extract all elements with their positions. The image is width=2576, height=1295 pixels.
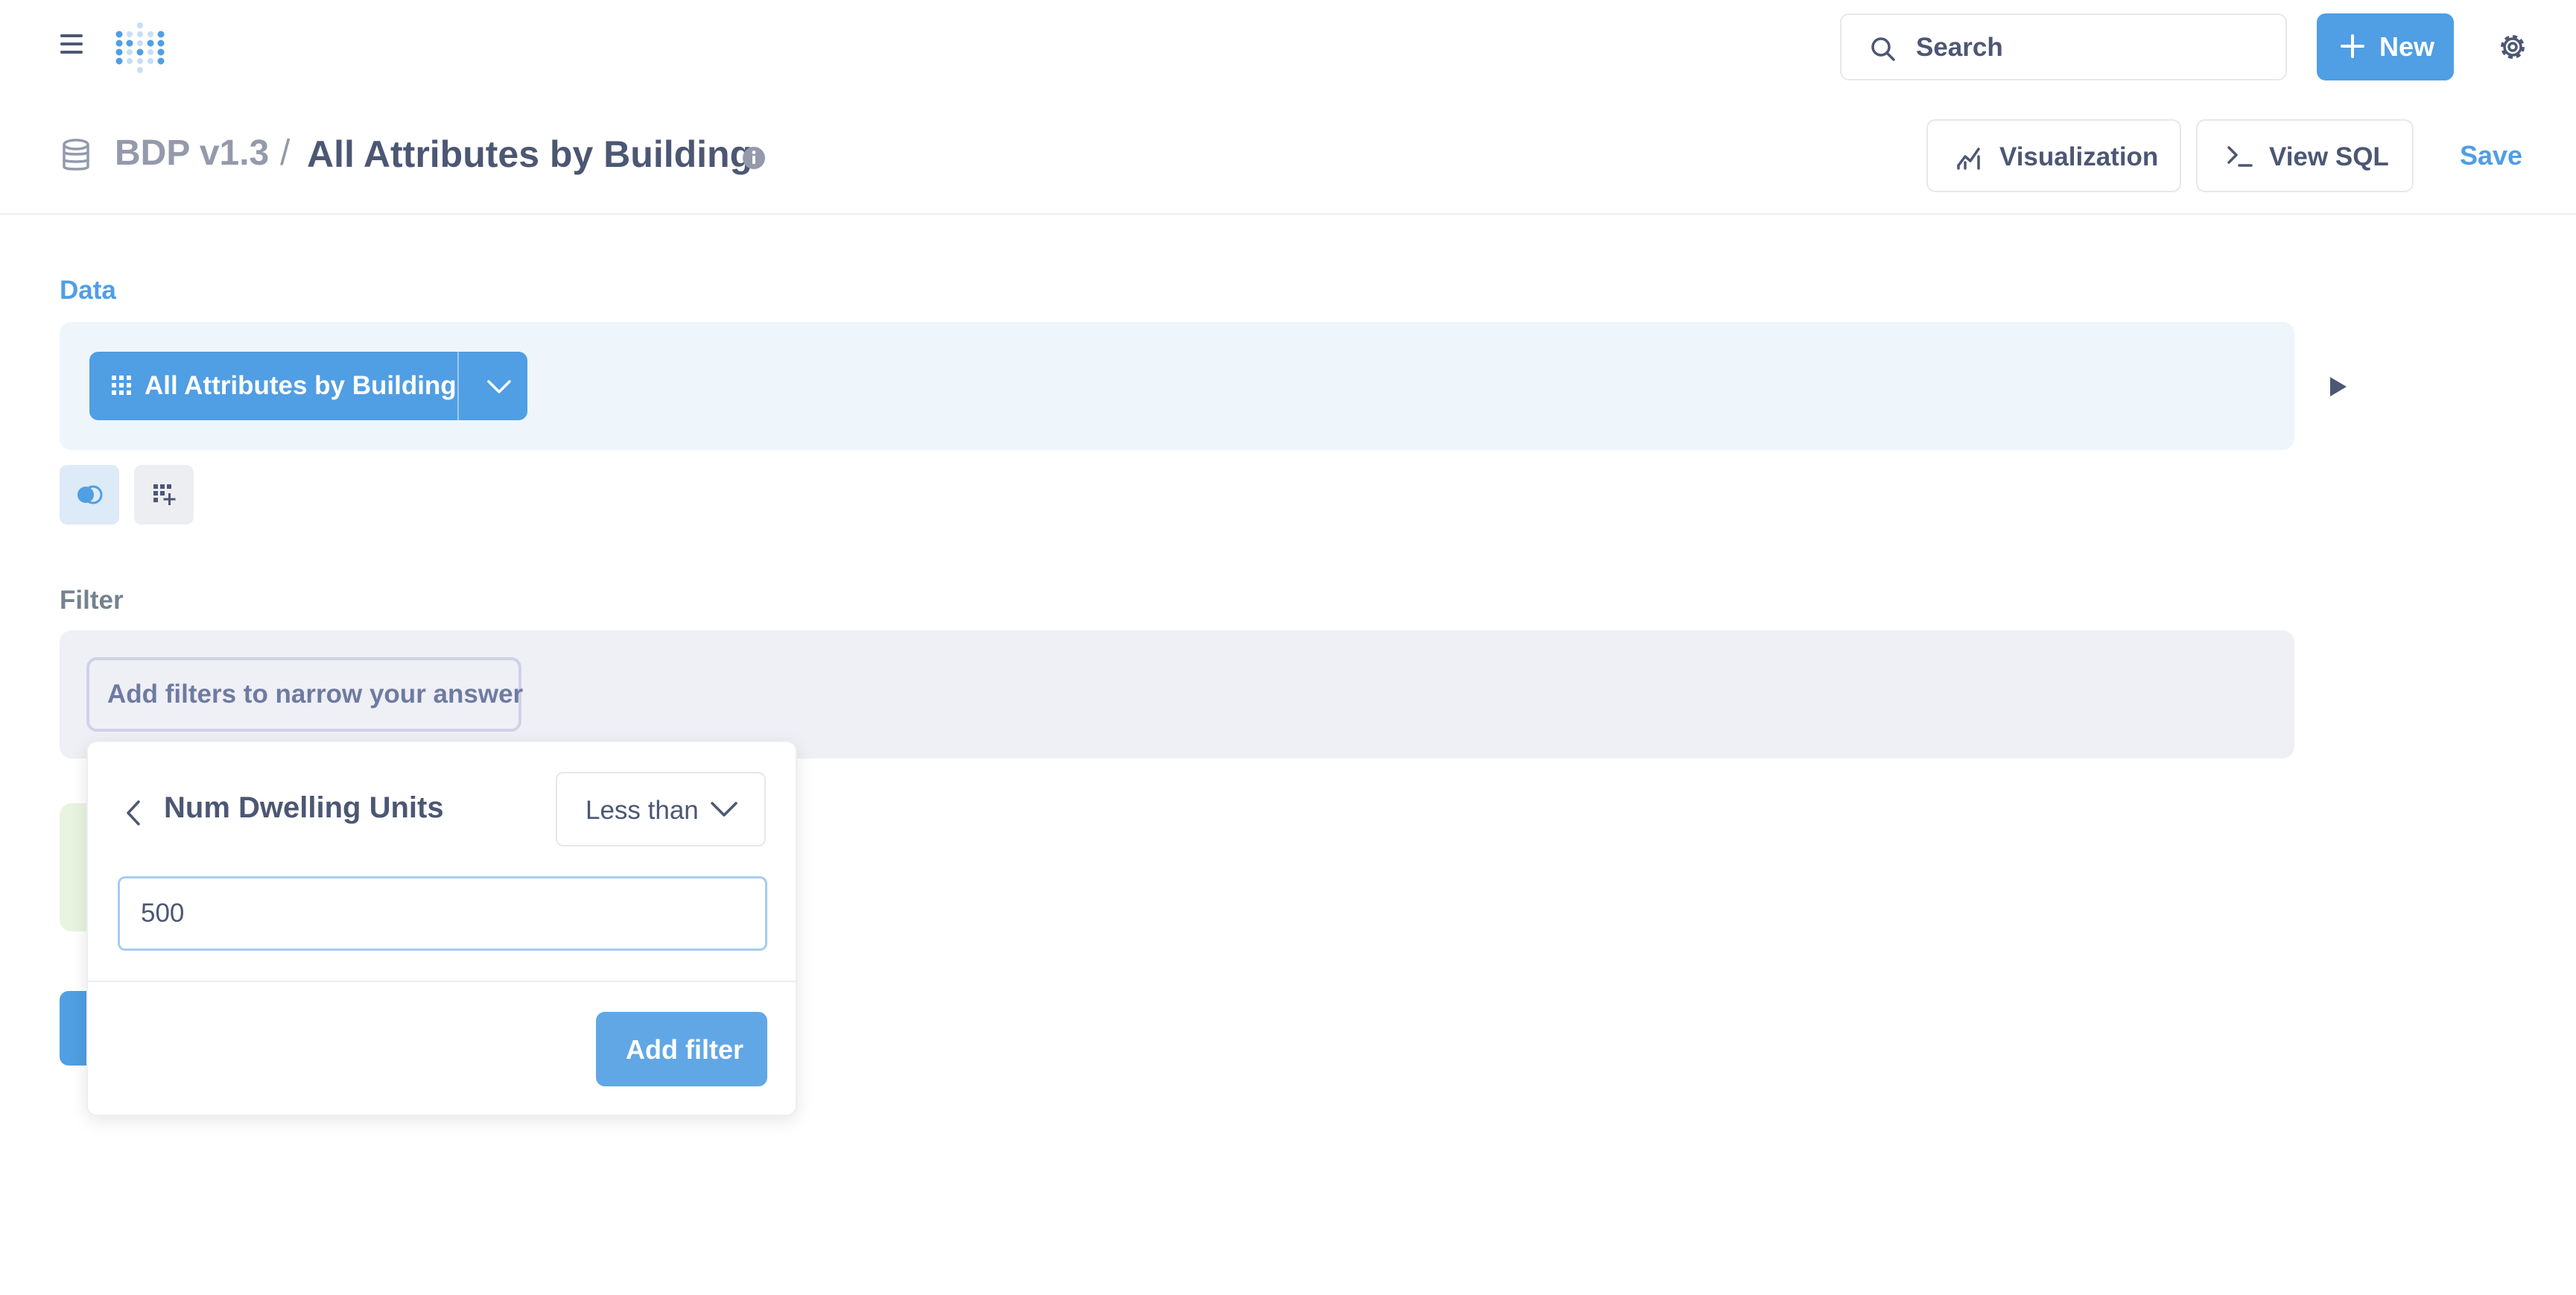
filter-section-label: Filter	[60, 586, 124, 615]
page-title[interactable]: All Attributes by Building	[307, 133, 752, 176]
breadcrumb-database[interactable]: BDP v1.3	[115, 133, 269, 174]
new-button[interactable]: New	[2317, 13, 2454, 80]
visualization-button[interactable]: Visualization	[1926, 119, 2181, 192]
join-button[interactable]	[60, 465, 119, 525]
popover-divider	[88, 981, 796, 982]
pill-divider	[457, 352, 459, 420]
info-icon[interactable]	[742, 146, 766, 170]
filter-step-panel: Add filters to narrow your answer	[60, 630, 2294, 759]
table-grid-icon	[112, 376, 131, 395]
database-icon	[63, 139, 89, 171]
new-button-label: New	[2379, 31, 2435, 62]
filter-column-name[interactable]: Num Dwelling Units	[164, 791, 444, 825]
chevron-down-icon	[711, 802, 737, 817]
data-source-label: All Attributes by Building	[145, 371, 457, 400]
search-bar[interactable]: Search	[1840, 13, 2287, 80]
join-icon	[77, 485, 103, 504]
operator-label: Less than	[586, 796, 699, 825]
data-step-panel: All Attributes by Building	[60, 322, 2294, 450]
add-column-icon	[153, 484, 176, 505]
save-button[interactable]: Save	[2460, 140, 2522, 171]
add-filter-button-label: Add filter	[626, 1034, 743, 1065]
data-source-pill[interactable]: All Attributes by Building	[89, 352, 527, 420]
metabase-logo[interactable]	[113, 19, 167, 76]
question-header: BDP v1.3 / All Attributes by Building Vi…	[0, 95, 2576, 215]
view-sql-label: View SQL	[2269, 142, 2389, 171]
operator-select[interactable]: Less than	[556, 772, 766, 846]
view-sql-button[interactable]: View SQL	[2196, 119, 2414, 192]
chevron-left-icon[interactable]	[124, 799, 143, 827]
breadcrumb-separator: /	[280, 133, 291, 173]
data-section-label: Data	[60, 276, 116, 305]
plus-icon	[2341, 34, 2364, 58]
top-navbar: Search New	[0, 0, 2576, 95]
add-filter-pill[interactable]: Add filters to narrow your answer	[86, 657, 524, 732]
menu-icon[interactable]	[57, 34, 86, 61]
visualization-label: Visualization	[1999, 142, 2159, 171]
filter-popover: Num Dwelling Units Less than Add filter	[86, 741, 797, 1116]
search-icon	[1871, 37, 1895, 61]
terminal-icon	[2227, 146, 2253, 167]
search-label: Search	[1916, 33, 2003, 62]
filter-value-input[interactable]	[118, 876, 767, 951]
line-chart-icon	[1957, 148, 1980, 170]
gear-icon[interactable]	[2496, 30, 2530, 68]
custom-column-button[interactable]	[134, 465, 194, 525]
add-filter-button[interactable]: Add filter	[596, 1012, 767, 1086]
chevron-down-icon[interactable]	[484, 376, 514, 396]
preview-play-icon[interactable]	[2329, 376, 2348, 398]
add-filter-pill-label: Add filters to narrow your answer	[107, 680, 524, 709]
